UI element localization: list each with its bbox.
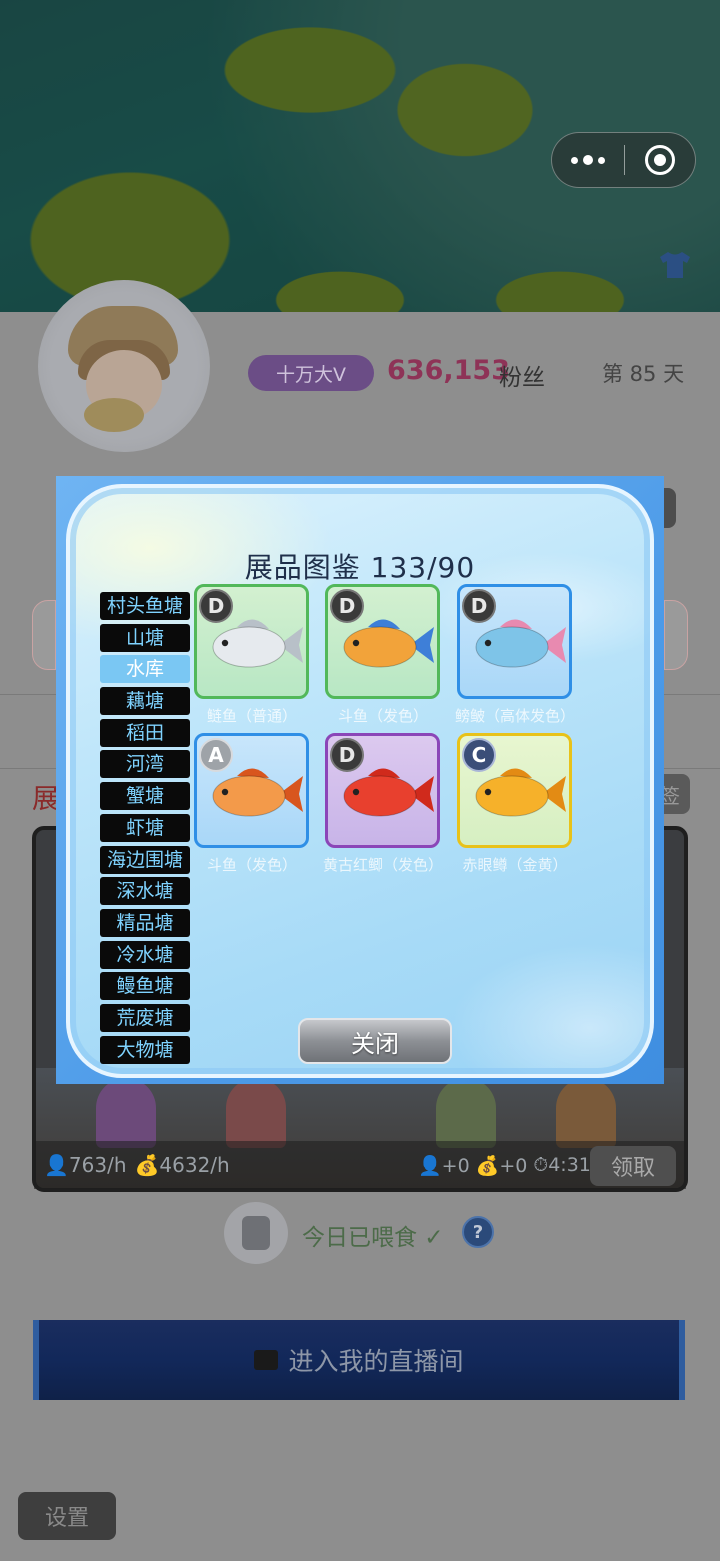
close-program-icon[interactable] — [625, 145, 695, 175]
background-side-button — [664, 488, 676, 528]
feed-jar-icon[interactable] — [224, 1202, 288, 1264]
pond-tab[interactable]: 荒废塘 — [100, 1003, 190, 1032]
pond-tab[interactable]: 大物塘 — [100, 1035, 190, 1064]
pond-tab[interactable]: 藕塘 — [100, 687, 190, 716]
modal-panel: 展品图鉴 133/90 村头鱼塘山塘水库藕塘 稻田河湾蟹塘 虾塘海边围塘深水塘 精品塘… — [66, 484, 654, 1078]
section-title: 展 — [32, 784, 59, 815]
modal-title: 展品图鉴 133/90 — [244, 551, 476, 584]
pond-tab[interactable]: 稻田 — [100, 718, 190, 747]
fish-card[interactable]: A — [194, 733, 309, 848]
fans-count: 636,153 — [387, 355, 510, 386]
timer: ⏱4:31 — [533, 1154, 591, 1176]
fish-name: 鳑鲏（高体发色） — [454, 707, 575, 725]
help-icon[interactable]: ? — [462, 1216, 494, 1248]
pond-tab[interactable]: 村头鱼塘 — [100, 592, 190, 620]
claim-button[interactable]: 领取 — [590, 1146, 676, 1186]
settings-button[interactable]: 设置 — [18, 1492, 116, 1540]
coins-gain: 💰+0 — [475, 1154, 528, 1177]
enter-live-room-button[interactable]: 进入我的直播间 — [33, 1320, 685, 1400]
pond-list: 村头鱼塘山塘水库藕塘 稻田河湾蟹塘 虾塘海边围塘深水塘 精品塘冷水塘鳗鱼塘 荒废塘大物塘 — [100, 592, 190, 1067]
background-card-edge — [664, 600, 688, 670]
grade-badge: D — [330, 589, 364, 623]
pond-tab[interactable]: 河湾 — [100, 750, 190, 779]
pond-tab[interactable]: 鳗鱼塘 — [100, 972, 190, 1001]
camera-icon — [254, 1350, 279, 1370]
tank-income-bar: 👤763/h 💰4632/h 👤+0 💰+0 ⏱4:31 — [34, 1141, 686, 1189]
close-button[interactable]: 关闭 — [298, 1018, 452, 1064]
fish-name: 赤眼鳟（金黄） — [462, 856, 568, 874]
fish-name: 鲢鱼（普通） — [206, 707, 297, 725]
grade-badge: D — [462, 589, 496, 623]
grade-badge: D — [330, 738, 364, 772]
fans-gain: 👤+0 — [418, 1154, 470, 1177]
grade-badge: A — [199, 738, 233, 772]
grade-badge: D — [199, 589, 233, 623]
fish-name: 斗鱼（发色） — [206, 856, 297, 874]
more-icon[interactable] — [552, 133, 624, 187]
fish-name: 黄古红鲫（发色） — [322, 856, 443, 874]
background-card-edge — [32, 600, 56, 670]
collection-modal: 展品图鉴 133/90 村头鱼塘山塘水库藕塘 稻田河湾蟹塘 虾塘海边围塘深水塘 精品塘… — [56, 476, 664, 1084]
feed-status: 今日已喂食 ✓ — [302, 1225, 444, 1251]
fish-card[interactable]: D — [325, 733, 440, 848]
mini-program-capsule — [551, 132, 696, 188]
live-button-label: 进入我的直播间 — [288, 1347, 464, 1376]
day-counter: 第 85 天 — [602, 362, 685, 386]
pond-tab[interactable]: 山塘 — [100, 623, 190, 652]
grade-badge: C — [462, 738, 496, 772]
pond-tab[interactable]: 深水塘 — [100, 877, 190, 906]
fish-card[interactable]: D — [325, 584, 440, 699]
coins-rate: 💰4632/h — [134, 1153, 230, 1177]
fish-card[interactable]: D — [194, 584, 309, 699]
pond-tab[interactable]: 精品塘 — [100, 908, 190, 937]
fish-card[interactable]: C — [457, 733, 572, 848]
fish-card[interactable]: D — [457, 584, 572, 699]
pond-tab[interactable]: 虾塘 — [100, 813, 190, 842]
pond-tab[interactable]: 海边围塘 — [100, 845, 190, 874]
avatar[interactable] — [38, 280, 210, 452]
pond-tab[interactable]: 水库 — [100, 655, 190, 684]
fish-name: 斗鱼（发色） — [337, 707, 428, 725]
fans-rate: 👤763/h — [44, 1153, 127, 1177]
pond-tab[interactable]: 冷水塘 — [100, 940, 190, 969]
shirt-icon[interactable] — [658, 250, 692, 280]
v-level-badge: 十万大V — [248, 355, 374, 391]
pond-tab[interactable]: 蟹塘 — [100, 782, 190, 811]
fans-label: 粉丝 — [499, 365, 545, 391]
